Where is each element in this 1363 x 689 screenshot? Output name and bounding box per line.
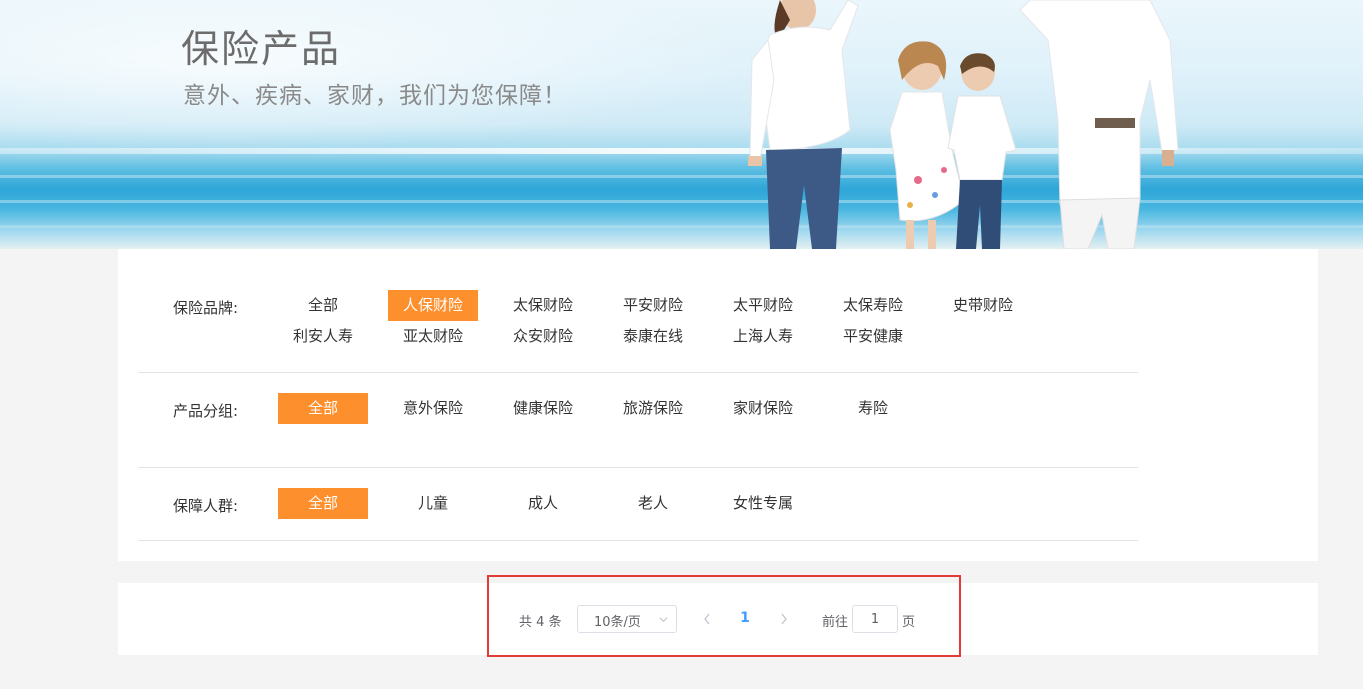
group-option-life[interactable]: 寿险 bbox=[828, 393, 918, 424]
brand-option-taibao-life[interactable]: 太保寿险 bbox=[828, 290, 918, 321]
brand-option-zhongan[interactable]: 众安财险 bbox=[498, 321, 588, 352]
brand-option-all[interactable]: 全部 bbox=[278, 290, 368, 321]
banner-subtitle: 意外、疾病、家财，我们为您保障！ bbox=[183, 83, 567, 109]
brand-option-pingan[interactable]: 平安财险 bbox=[608, 290, 698, 321]
people-filter-label: 保障人群: bbox=[173, 497, 239, 515]
people-option-child[interactable]: 儿童 bbox=[388, 488, 478, 519]
people-filter-row: 保障人群: 全部 儿童 成人 老人 女性专属 bbox=[138, 468, 1138, 541]
brand-option-lian[interactable]: 利安人寿 bbox=[278, 321, 368, 352]
banner-haze bbox=[0, 0, 760, 150]
group-option-accident[interactable]: 意外保险 bbox=[388, 393, 478, 424]
group-filter-label: 产品分组: bbox=[173, 402, 239, 420]
woman-figure bbox=[748, 0, 859, 249]
people-option-all[interactable]: 全部 bbox=[278, 488, 368, 519]
brand-option-shidai[interactable]: 史带财险 bbox=[938, 290, 1028, 321]
brand-option-yatai[interactable]: 亚太财险 bbox=[388, 321, 478, 352]
boy-figure bbox=[947, 53, 1017, 249]
brand-option-taikang[interactable]: 泰康在线 bbox=[608, 321, 698, 352]
group-option-all[interactable]: 全部 bbox=[278, 393, 368, 424]
family-photo bbox=[748, 0, 1179, 249]
brand-option-taibao[interactable]: 太保财险 bbox=[498, 290, 588, 321]
brand-filter-row: 保险品牌: 全部 人保财险 太保财险 平安财险 太平财险 太保寿险 史带财险 利… bbox=[138, 249, 1138, 373]
man-figure bbox=[1019, 0, 1179, 249]
people-option-female[interactable]: 女性专属 bbox=[718, 488, 808, 519]
group-option-property[interactable]: 家财保险 bbox=[718, 393, 808, 424]
hero-banner: 保险产品 意外、疾病、家财，我们为您保障！ bbox=[0, 0, 1363, 249]
group-option-travel[interactable]: 旅游保险 bbox=[608, 393, 698, 424]
brand-option-pingan-health[interactable]: 平安健康 bbox=[828, 321, 918, 352]
brand-filter-label: 保险品牌: bbox=[173, 299, 239, 317]
people-option-elderly[interactable]: 老人 bbox=[608, 488, 698, 519]
people-option-adult[interactable]: 成人 bbox=[498, 488, 588, 519]
brand-option-taiping[interactable]: 太平财险 bbox=[718, 290, 808, 321]
group-filter-row: 产品分组: 全部 意外保险 健康保险 旅游保险 家财保险 寿险 bbox=[138, 373, 1138, 468]
banner-title: 保险产品 bbox=[181, 27, 342, 71]
group-option-health[interactable]: 健康保险 bbox=[498, 393, 588, 424]
brand-option-shanghai-life[interactable]: 上海人寿 bbox=[718, 321, 808, 352]
pagination-highlight-box bbox=[487, 575, 961, 657]
brand-option-renbao[interactable]: 人保财险 bbox=[388, 290, 478, 321]
filter-panel: 保险品牌: 全部 人保财险 太保财险 平安财险 太平财险 太保寿险 史带财险 利… bbox=[118, 249, 1318, 561]
